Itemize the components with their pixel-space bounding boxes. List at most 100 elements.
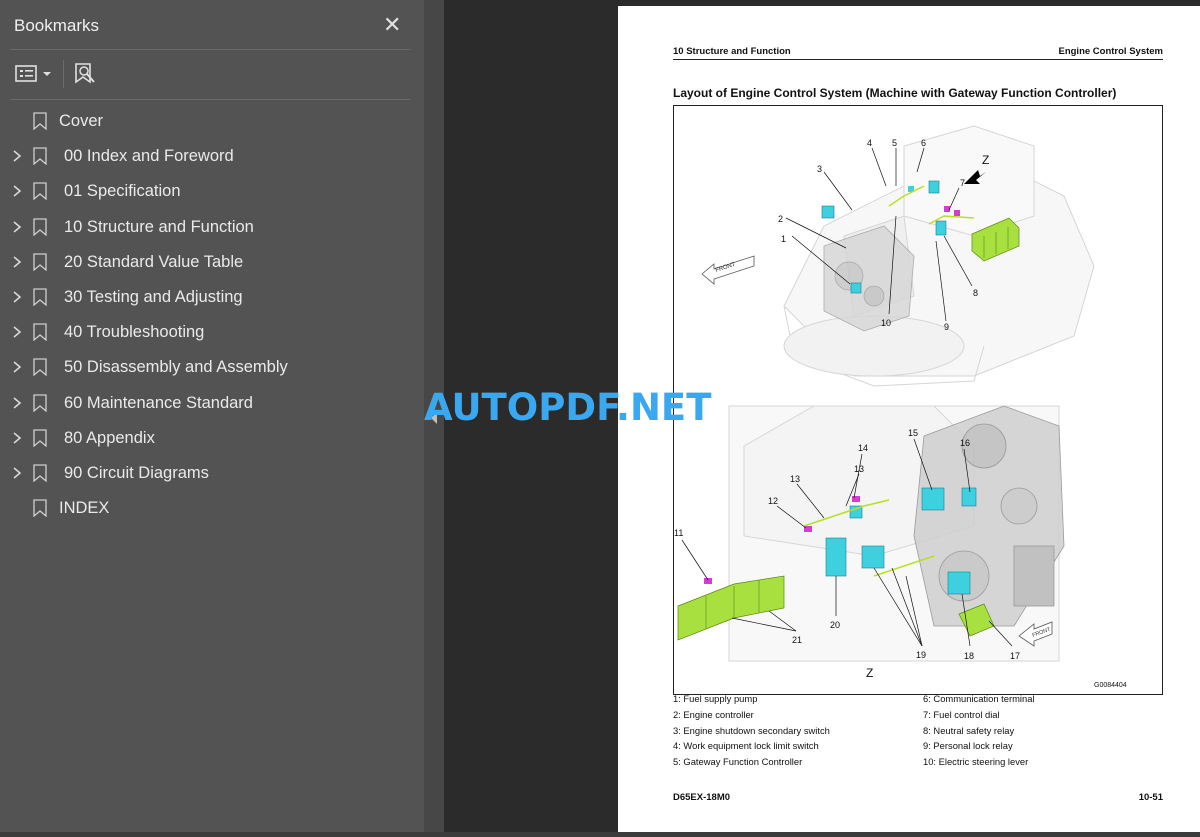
front-arrow-top: FRONT [701,255,755,285]
bookmark-label: 00 Index and Foreword [64,147,234,166]
svg-text:21: 21 [792,635,802,645]
svg-text:19: 19 [916,650,926,660]
legend-item: 7: Fuel control dial [923,708,1000,720]
svg-text:18: 18 [964,651,974,661]
bookmark-label: 80 Appendix [64,428,155,447]
bookmark-item[interactable]: 01 Specification [0,174,424,209]
bookmark-icon [33,464,47,482]
legend-item: 10: Electric steering lever [923,756,1029,768]
bookmark-icon [33,429,47,447]
footer-model: D65EX-18M0 [673,792,731,803]
bookmark-icon [33,288,47,306]
find-bookmark-button[interactable] [72,60,100,88]
svg-text:3: 3 [817,164,822,174]
view-z-label: Z [866,666,873,680]
chevron-right-icon[interactable] [11,290,23,304]
chevron-right-icon[interactable] [11,431,23,445]
bookmark-label: 90 Circuit Diagrams [64,463,209,482]
figure-code: G0084404 [1094,682,1127,689]
page-heading: Layout of Engine Control System (Machine… [673,86,1117,100]
svg-text:5: 5 [892,138,897,148]
header-rule [673,59,1163,60]
layout-figure: FRONT Z 1 2 3 4 5 6 7 8 9 10 FRONT 11 12… [673,105,1163,695]
svg-text:4: 4 [867,138,872,148]
svg-text:16: 16 [960,438,970,448]
legend-item: 6: Communication terminal [923,693,1035,704]
bookmark-icon [33,323,47,342]
svg-text:8: 8 [973,288,978,298]
legend-right: 6: Communication terminal 7: Fuel control… [923,691,1035,770]
legend-item: 5: Gateway Function Controller [673,756,803,768]
bookmark-label: 40 Troubleshooting [64,323,205,342]
bookmark-item[interactable]: 90 Circuit Diagrams [0,456,424,491]
panel-title: Bookmarks [14,16,100,35]
bookmark-item[interactable]: 00 Index and Foreword [0,139,424,174]
legend-item: 1: Fuel supply pump [673,693,758,704]
svg-text:9: 9 [944,322,949,332]
bookmark-icon [33,182,47,201]
legend-left: 1: Fuel supply pump 2: Engine controller 3… [673,691,830,770]
bookmark-label: 01 Specification [64,182,181,201]
bookmark-icon [33,147,47,166]
svg-text:10: 10 [881,318,891,328]
bookmark-label: 20 Standard Value Table [64,252,244,271]
legend-item: 8: Neutral safety relay [923,724,1015,736]
bookmark-item[interactable]: 40 Troubleshooting [0,315,424,350]
chevron-right-icon[interactable] [11,149,23,163]
divider [10,49,410,50]
svg-text:6: 6 [921,138,926,148]
svg-text:13: 13 [790,474,800,484]
bookmark-item[interactable]: 60 Maintenance Standard [0,386,424,421]
bookmark-item[interactable]: 80 Appendix [0,421,424,456]
chevron-right-icon[interactable] [11,360,23,374]
chevron-right-icon[interactable] [11,184,23,198]
svg-text:13: 13 [854,464,864,474]
svg-text:14: 14 [858,443,868,453]
legend-item: 9: Personal lock relay [923,740,1013,752]
bookmark-item[interactable]: 50 Disassembly and Assembly [0,350,424,385]
close-icon[interactable]: ✕ [383,12,401,38]
svg-text:12: 12 [768,496,778,506]
bookmark-label: INDEX [59,499,110,518]
chevron-right-icon[interactable] [11,325,23,339]
bookmark-icon [33,112,47,130]
bookmark-icon [33,253,47,271]
bookmark-item[interactable]: 10 Structure and Function [0,210,424,245]
bookmark-item[interactable]: 30 Testing and Adjusting [0,280,424,315]
divider [10,99,410,100]
bookmark-label: Cover [59,112,104,130]
bookmark-icon [33,499,47,518]
header-section: 10 Structure and Function [673,46,791,57]
chevron-right-icon[interactable] [11,255,23,269]
engine-layout-illustration: FRONT Z 1 2 3 4 5 6 7 8 9 10 FRONT 11 12… [674,125,1127,689]
bookmarks-panel: Bookmarks ✕ Cover 00 Index and Foreword 01… [0,0,424,832]
svg-text:11: 11 [674,528,683,538]
engine-block-bottom [913,405,1065,627]
watermark-text: AUTOPDF.NET [424,386,712,429]
chevron-right-icon[interactable] [11,396,23,410]
svg-text:15: 15 [908,428,918,438]
bookmark-list: Cover 00 Index and Foreword 01 Specificati… [0,104,424,526]
bookmark-label: 10 Structure and Function [64,217,254,236]
svg-text:7: 7 [960,178,965,188]
bookmark-label: 50 Disassembly and Assembly [64,358,288,377]
chevron-right-icon[interactable] [11,220,23,234]
svg-text:2: 2 [778,214,783,224]
svg-text:Z: Z [982,153,989,167]
svg-text:1: 1 [781,234,786,244]
footer-page-number: 10-51 [1138,792,1163,803]
find-bookmark-icon [75,63,95,84]
svg-text:20: 20 [830,620,840,630]
bookmark-label: 30 Testing and Adjusting [64,287,243,306]
chevron-down-icon [43,72,51,76]
bookmark-item[interactable]: Cover [0,104,424,139]
chevron-right-icon[interactable] [11,466,23,480]
bookmark-item[interactable]: 20 Standard Value Table [0,245,424,280]
bookmark-item[interactable]: INDEX [0,491,424,526]
bookmark-icon [33,393,47,412]
options-list-icon [15,65,51,82]
legend-item: 2: Engine controller [673,708,754,720]
options-menu-button[interactable] [14,62,54,86]
svg-text:17: 17 [1010,651,1020,661]
bookmark-icon [33,217,47,236]
